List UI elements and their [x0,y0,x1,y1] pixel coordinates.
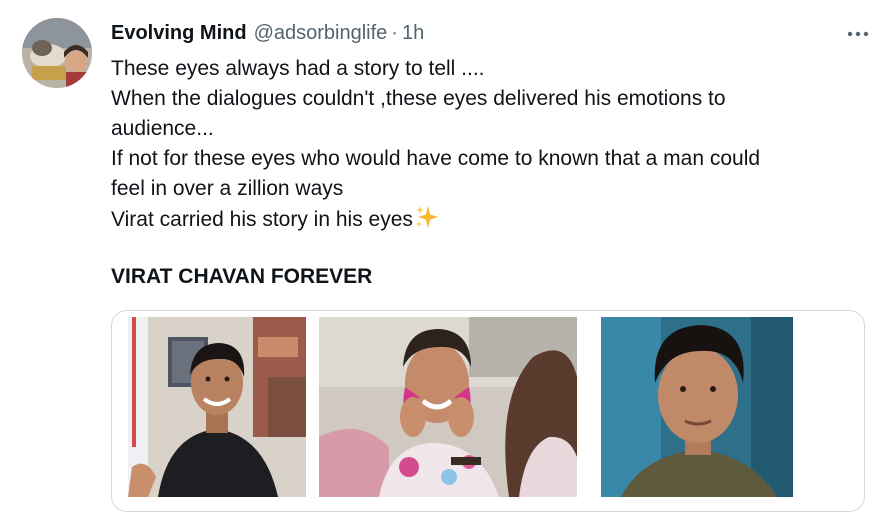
separator-dot: · [391,21,398,44]
tweet-line: These eyes always had a story to tell ..… [111,57,485,80]
tweet-line: If not for these eyes who would have com… [111,147,761,170]
more-options-button[interactable] [838,22,878,46]
tweet-line: Virat carried his story in his eyes [111,208,413,231]
tweet-timestamp[interactable]: 1h [402,22,424,45]
holi-colours-photo[interactable] [319,317,577,497]
tweet-line: When the dialogues couldn't ,these eyes … [111,87,726,110]
sparkles-emoji-icon [414,204,440,239]
tweet-text: These eyes always had a story to tell ..… [111,54,851,239]
author-handle[interactable]: @adsorbinglife [254,22,388,45]
tweet-line: audience... [111,117,214,140]
tweet-header: Evolving Mind @adsorbinglife · 1h [111,20,424,46]
more-horizontal-icon [847,31,869,37]
author-name[interactable]: Evolving Mind [111,22,247,45]
tweet-headline: VIRAT CHAVAN FOREVER [111,265,373,288]
tweet-line-last: Virat carried his story in his eyes [111,204,851,239]
smiling-man-photo[interactable] [128,317,306,497]
man-closeup-photo[interactable] [601,317,793,497]
avatar[interactable] [22,18,92,88]
tweet-line: feel in over a zillion ways [111,177,344,200]
media-card [111,310,865,512]
